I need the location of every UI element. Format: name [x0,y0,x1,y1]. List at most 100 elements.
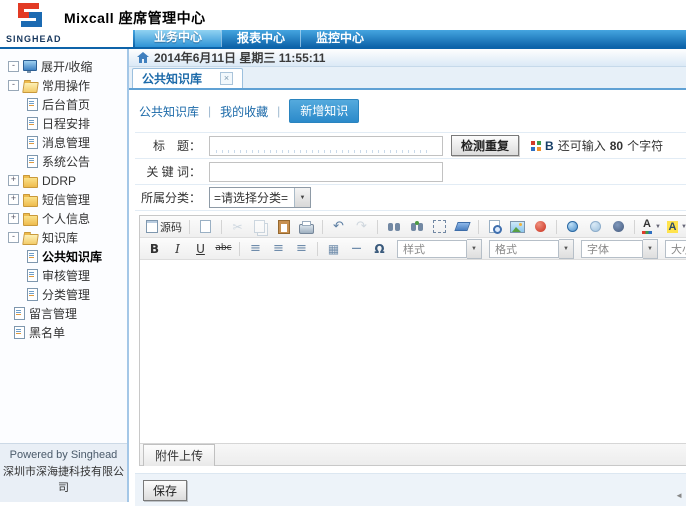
category-select[interactable]: =请选择分类= ▼ [209,187,311,208]
font-combo-value: 字体 [581,240,643,258]
paste-button[interactable] [273,218,294,235]
redo-button[interactable]: ↷ [351,218,372,235]
source-button[interactable]: 源码 [144,218,184,235]
sidebar-item-label[interactable]: 常用操作 [42,77,90,94]
preview-button[interactable] [484,218,505,235]
tree-toggle-plus-icon[interactable]: + [8,213,19,224]
strike-button[interactable]: abc [213,240,234,257]
link-button[interactable] [562,218,583,235]
sidebar-item[interactable]: + DDRP [0,171,127,190]
print-button[interactable] [296,218,317,235]
toolbar-separator [221,220,222,234]
underline-button[interactable]: U [190,240,211,257]
table-button[interactable]: ▦ [323,240,344,257]
cut-button[interactable]: ✂ [227,218,248,235]
tree-toggle-minus-icon[interactable]: - [8,232,19,243]
sidebar-item-label[interactable]: 留言管理 [29,305,77,322]
category-selected-value: =请选择分类= [214,189,288,206]
sidebar-item[interactable]: - 知识库 [0,228,127,247]
toolbar-separator [634,220,635,234]
subnav-link[interactable]: 我的收藏 [220,103,268,120]
image-button[interactable] [507,218,528,235]
sidebar-item-label[interactable]: 短信管理 [42,191,90,208]
sidebar-item[interactable]: 公共知识库 [0,247,127,266]
sidebar-item-label[interactable]: 系统公告 [42,153,90,170]
keyword-input[interactable] [209,162,443,182]
sidebar-item-label[interactable]: 黑名单 [29,324,65,341]
doc-icon [27,155,38,168]
sidebar-item[interactable]: - 常用操作 [0,76,127,95]
tree-toggle-minus-icon[interactable]: - [8,61,19,72]
select-all-button[interactable] [429,218,450,235]
maximize-button[interactable] [608,218,629,235]
title-input[interactable] [209,136,443,156]
copy-button[interactable] [250,218,271,235]
subnav-link[interactable]: 公共知识库 [139,103,199,120]
sidebar-item[interactable]: 日程安排 [0,114,127,133]
close-icon[interactable]: × [220,72,233,85]
sidebar-item[interactable]: 审核管理 [0,266,127,285]
font-combo[interactable]: 字体▼ [581,239,658,259]
sidebar-item-label[interactable]: 分类管理 [42,286,90,303]
sidebar-item-label[interactable]: 消息管理 [42,134,90,151]
editor-toolbar-row1: 源码 ✂ ↶↷ A▼A▼ [140,216,686,238]
nav-tab[interactable]: 报表中心 [221,30,300,47]
sidebar-item-label[interactable]: 个人信息 [42,210,90,227]
nav-tab[interactable]: 业务中心 [135,28,221,47]
nav-tab[interactable]: 监控中心 [300,30,379,47]
sidebar-item[interactable]: + 短信管理 [0,190,127,209]
text-color-button[interactable]: A▼ [640,218,663,235]
sidebar-item-label[interactable]: 后台首页 [42,96,90,113]
editor-body[interactable] [140,260,686,443]
chevron-down-icon[interactable]: ▼ [467,239,482,259]
size-combo[interactable]: 大小▼ [665,239,686,259]
format-combo[interactable]: 格式▼ [489,239,574,259]
copy-icon [254,220,265,233]
sidebar-item[interactable]: 后台首页 [0,95,127,114]
bg-color-button[interactable]: A▼ [665,218,686,235]
find-button[interactable] [383,218,404,235]
new-page-button[interactable] [195,218,216,235]
toolbar-separator [189,220,190,234]
tree-toggle-minus-icon[interactable]: - [8,80,19,91]
sidebar-item-label[interactable]: 展开/收缩 [41,58,92,75]
undo-button[interactable]: ↶ [328,218,349,235]
scroll-grip-icon[interactable]: ◄ [675,491,683,500]
align-center-button[interactable]: ≡ [268,240,289,257]
tree-toggle-plus-icon[interactable]: + [8,175,19,186]
chevron-down-icon[interactable]: ▼ [559,239,574,259]
style-combo-value: 样式 [397,240,467,258]
replace-icon [411,223,416,231]
italic-button[interactable]: I [167,240,188,257]
horizontal-rule-button[interactable]: — [346,240,367,257]
sidebar-item[interactable]: 分类管理 [0,285,127,304]
sidebar-item-label[interactable]: DDRP [42,174,76,188]
sidebar-item-label[interactable]: 知识库 [42,229,78,246]
unlink-button[interactable] [585,218,606,235]
sidebar-footer: Powered by Singhead 深圳市深海捷科技有限公司 [0,443,127,502]
sidebar-item[interactable]: 消息管理 [0,133,127,152]
sidebar-item[interactable]: 留言管理 [0,304,127,323]
tree-toggle-plus-icon[interactable]: + [8,194,19,205]
save-button[interactable]: 保存 [143,480,187,501]
replace-button[interactable] [406,218,427,235]
style-combo[interactable]: 样式▼ [397,239,482,259]
sidebar-item[interactable]: - 展开/收缩 [0,57,127,76]
attachment-upload-button[interactable]: 附件上传 [143,444,215,466]
align-left-button[interactable]: ≡ [245,240,266,257]
remove-format-button[interactable] [452,218,473,235]
sidebar-item-label[interactable]: 审核管理 [42,267,90,284]
sidebar-item[interactable]: 黑名单 [0,323,127,342]
special-char-button[interactable]: Ω [369,240,390,257]
sidebar-item-label[interactable]: 公共知识库 [42,248,102,265]
flash-button[interactable] [530,218,551,235]
tab-public-knowledge[interactable]: 公共知识库 × [132,68,243,88]
sidebar-item[interactable]: 系统公告 [0,152,127,171]
bold-button[interactable]: B [144,240,165,257]
add-knowledge-button[interactable]: 新增知识 [289,99,359,123]
sidebar-item[interactable]: + 个人信息 [0,209,127,228]
chevron-down-icon[interactable]: ▼ [643,239,658,259]
align-right-button[interactable]: ≡ [291,240,312,257]
check-duplicate-button[interactable]: 检测重复 [451,135,519,156]
sidebar-item-label[interactable]: 日程安排 [42,115,90,132]
